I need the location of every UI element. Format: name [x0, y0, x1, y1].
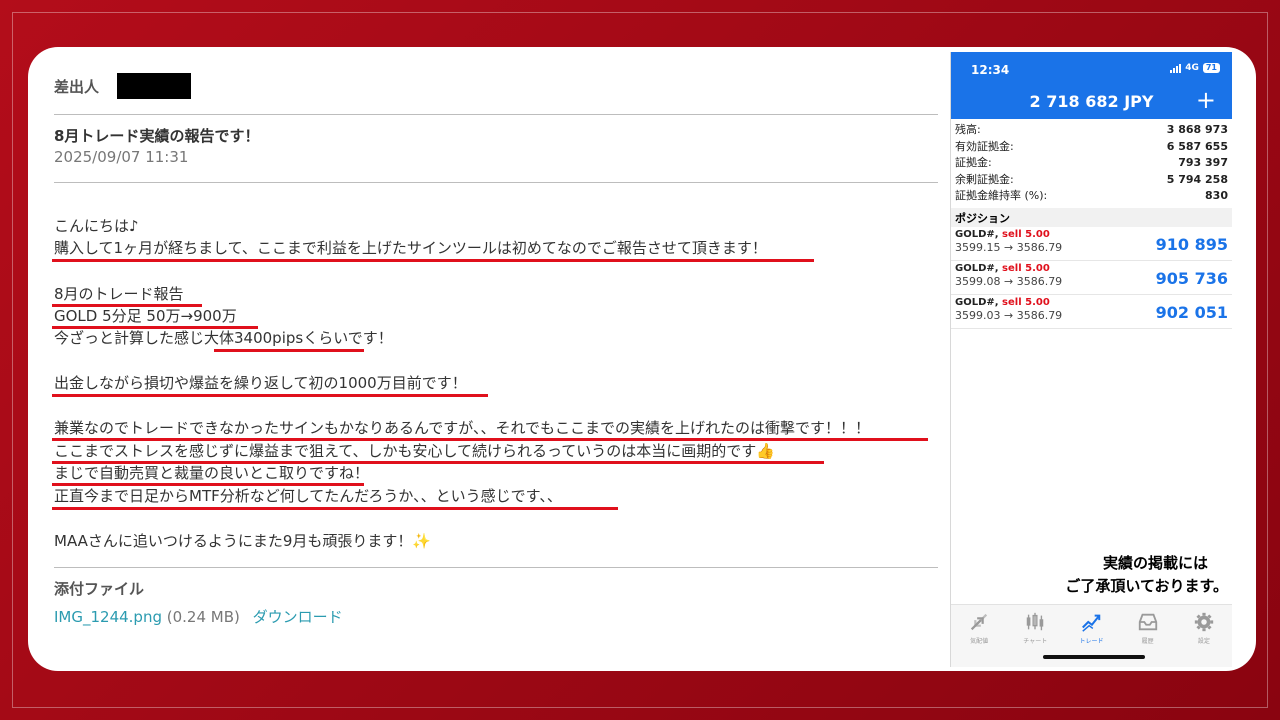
sender-label: 差出人 — [54, 77, 100, 96]
account-row: 有効証拠金: 6 587 655 — [955, 139, 1228, 156]
account-value: 793 397 — [1178, 156, 1228, 170]
content-card: 差出人 8月トレード実績の報告です！ 2025/09/07 11:31 こんにち… — [28, 47, 1256, 671]
status-time: 12:34 — [971, 63, 1010, 77]
position-side: sell 5.00 — [1002, 262, 1050, 274]
notice-line: 実績の掲載には — [1102, 554, 1208, 572]
position-side: sell 5.00 — [1002, 296, 1050, 308]
trading-app-screenshot: 12:34 4G 71 2 718 682 JPY + 残高: 3 868 973… — [950, 52, 1232, 667]
body-line: ここまでストレスを感じずに爆益まで狙えて、しかも安心して続けられるっていうのは本… — [54, 442, 775, 460]
position-row[interactable]: GOLD#, sell 5.00 3599.15 → 3586.79 910 8… — [951, 227, 1232, 261]
account-row: 証拠金: 793 397 — [955, 155, 1228, 172]
position-profit: 910 895 — [1155, 234, 1228, 254]
quotes-icon — [970, 613, 988, 631]
position-row[interactable]: GOLD#, sell 5.00 3599.03 → 3586.79 902 0… — [951, 295, 1232, 329]
settings-icon — [1194, 612, 1214, 632]
account-label: 証拠金維持率 (%): — [955, 189, 1048, 203]
symbol-text: GOLD#, — [955, 262, 999, 274]
body-line: GOLD 5分足 50万→900万 — [54, 307, 237, 325]
trade-icon — [1082, 614, 1101, 632]
add-order-button[interactable]: + — [1196, 86, 1216, 114]
status-icons: 4G 71 — [1170, 63, 1220, 73]
account-value: 830 — [1205, 189, 1228, 203]
divider — [54, 182, 938, 183]
body-line: MAAさんに追いつけるようにまた9月も頑張ります！✨ — [54, 532, 432, 550]
signal-icon — [1170, 63, 1182, 73]
account-value: 3 868 973 — [1166, 123, 1228, 136]
consent-notice: 実績の掲載には ご了承頂いております。 — [1065, 552, 1228, 598]
highlight-underline — [214, 349, 364, 352]
attachment-filename-link[interactable]: IMG_1244.png — [54, 608, 162, 626]
email-view: 差出人 8月トレード実績の報告です！ 2025/09/07 11:31 こんにち… — [52, 47, 939, 671]
battery-icon: 71 — [1202, 63, 1220, 73]
home-indicator — [1043, 655, 1145, 659]
account-label: 余剰証拠金: — [955, 172, 1014, 186]
account-value: 5 794 258 — [1166, 172, 1228, 186]
account-summary: 残高: 3 868 973 有効証拠金: 6 587 655 証拠金: 793 397… — [951, 119, 1232, 205]
sender-redacted — [117, 73, 192, 99]
tab-label: トレード — [1079, 638, 1104, 645]
highlight-underline — [52, 394, 488, 397]
email-subject: 8月トレード実績の報告です！ — [54, 127, 260, 145]
symbol-text: GOLD#, — [955, 296, 999, 308]
download-link[interactable]: ダウンロード — [253, 608, 343, 626]
body-line: 購入して1ヶ月が経ちまして、ここまで利益を上げたサインツールは初めてなのでご報告… — [54, 239, 767, 257]
email-date: 2025/09/07 11:31 — [54, 148, 189, 166]
positions-header: ポジション — [951, 207, 1232, 227]
account-row: 余剰証拠金: 5 794 258 — [955, 172, 1228, 189]
body-line: 今ざっと計算した感じ大体3400pipsくらいです！ — [54, 329, 393, 347]
body-line: こんにちは♪ — [54, 217, 139, 235]
balance-header: 2 718 682 JPY — [1029, 92, 1154, 111]
history-icon — [1138, 613, 1157, 631]
sender-row: 差出人 — [54, 73, 192, 99]
highlight-underline — [52, 507, 618, 510]
position-profit: 902 051 — [1155, 302, 1228, 322]
tab-label: 設定 — [1197, 638, 1210, 645]
body-line: 正直今まで日足からMTF分析など何してたんだろうか、、という感じです、、 — [54, 487, 562, 505]
account-row: 証拠金維持率 (%): 830 — [955, 188, 1228, 205]
tab-settings[interactable]: 設定 — [1179, 611, 1229, 667]
position-side: sell 5.00 — [1002, 228, 1050, 240]
body-line: 出金しながら損切や爆益を繰り返して初の1000万目前です！ — [54, 374, 467, 392]
tab-label: チャート — [1023, 638, 1048, 645]
account-label: 証拠金: — [955, 156, 992, 170]
tab-label: 履歴 — [1141, 638, 1154, 645]
attachment-row: IMG_1244.png (0.24 MB) ダウンロード — [54, 606, 343, 627]
body-line: まじで自動売買と裁量の良いとこ取りですね！ — [54, 464, 370, 482]
account-value: 6 587 655 — [1166, 139, 1228, 153]
attachment-size: (0.24 MB) — [166, 608, 240, 626]
tab-quotes[interactable]: 気配値 — [954, 611, 1004, 667]
account-label: 残高: — [955, 123, 981, 136]
divider — [54, 567, 938, 568]
notice-line: ご了承頂いております。 — [1065, 577, 1228, 595]
bottom-tab-bar: 気配値 チャート トレード 履歴 設定 — [951, 604, 1232, 667]
chart-icon — [1027, 612, 1044, 631]
account-row: 残高: 3 868 973 — [955, 122, 1228, 139]
position-profit: 905 736 — [1155, 268, 1228, 288]
attachments-title: 添付ファイル — [54, 580, 145, 598]
tab-label: 気配値 — [970, 638, 989, 645]
account-label: 有効証拠金: — [955, 139, 1014, 153]
app-header: 12:34 4G 71 2 718 682 JPY + — [951, 52, 1232, 119]
position-row[interactable]: GOLD#, sell 5.00 3599.08 → 3586.79 905 7… — [951, 261, 1232, 295]
divider — [54, 114, 938, 115]
symbol-text: GOLD#, — [955, 228, 999, 240]
body-line: 兼業なのでトレードできなかったサインもかなりあるんですが、、それでもここまでの実… — [54, 419, 871, 437]
body-line: 8月のトレード報告 — [54, 285, 184, 303]
network-label: 4G — [1185, 63, 1199, 73]
highlight-underline — [52, 259, 814, 262]
